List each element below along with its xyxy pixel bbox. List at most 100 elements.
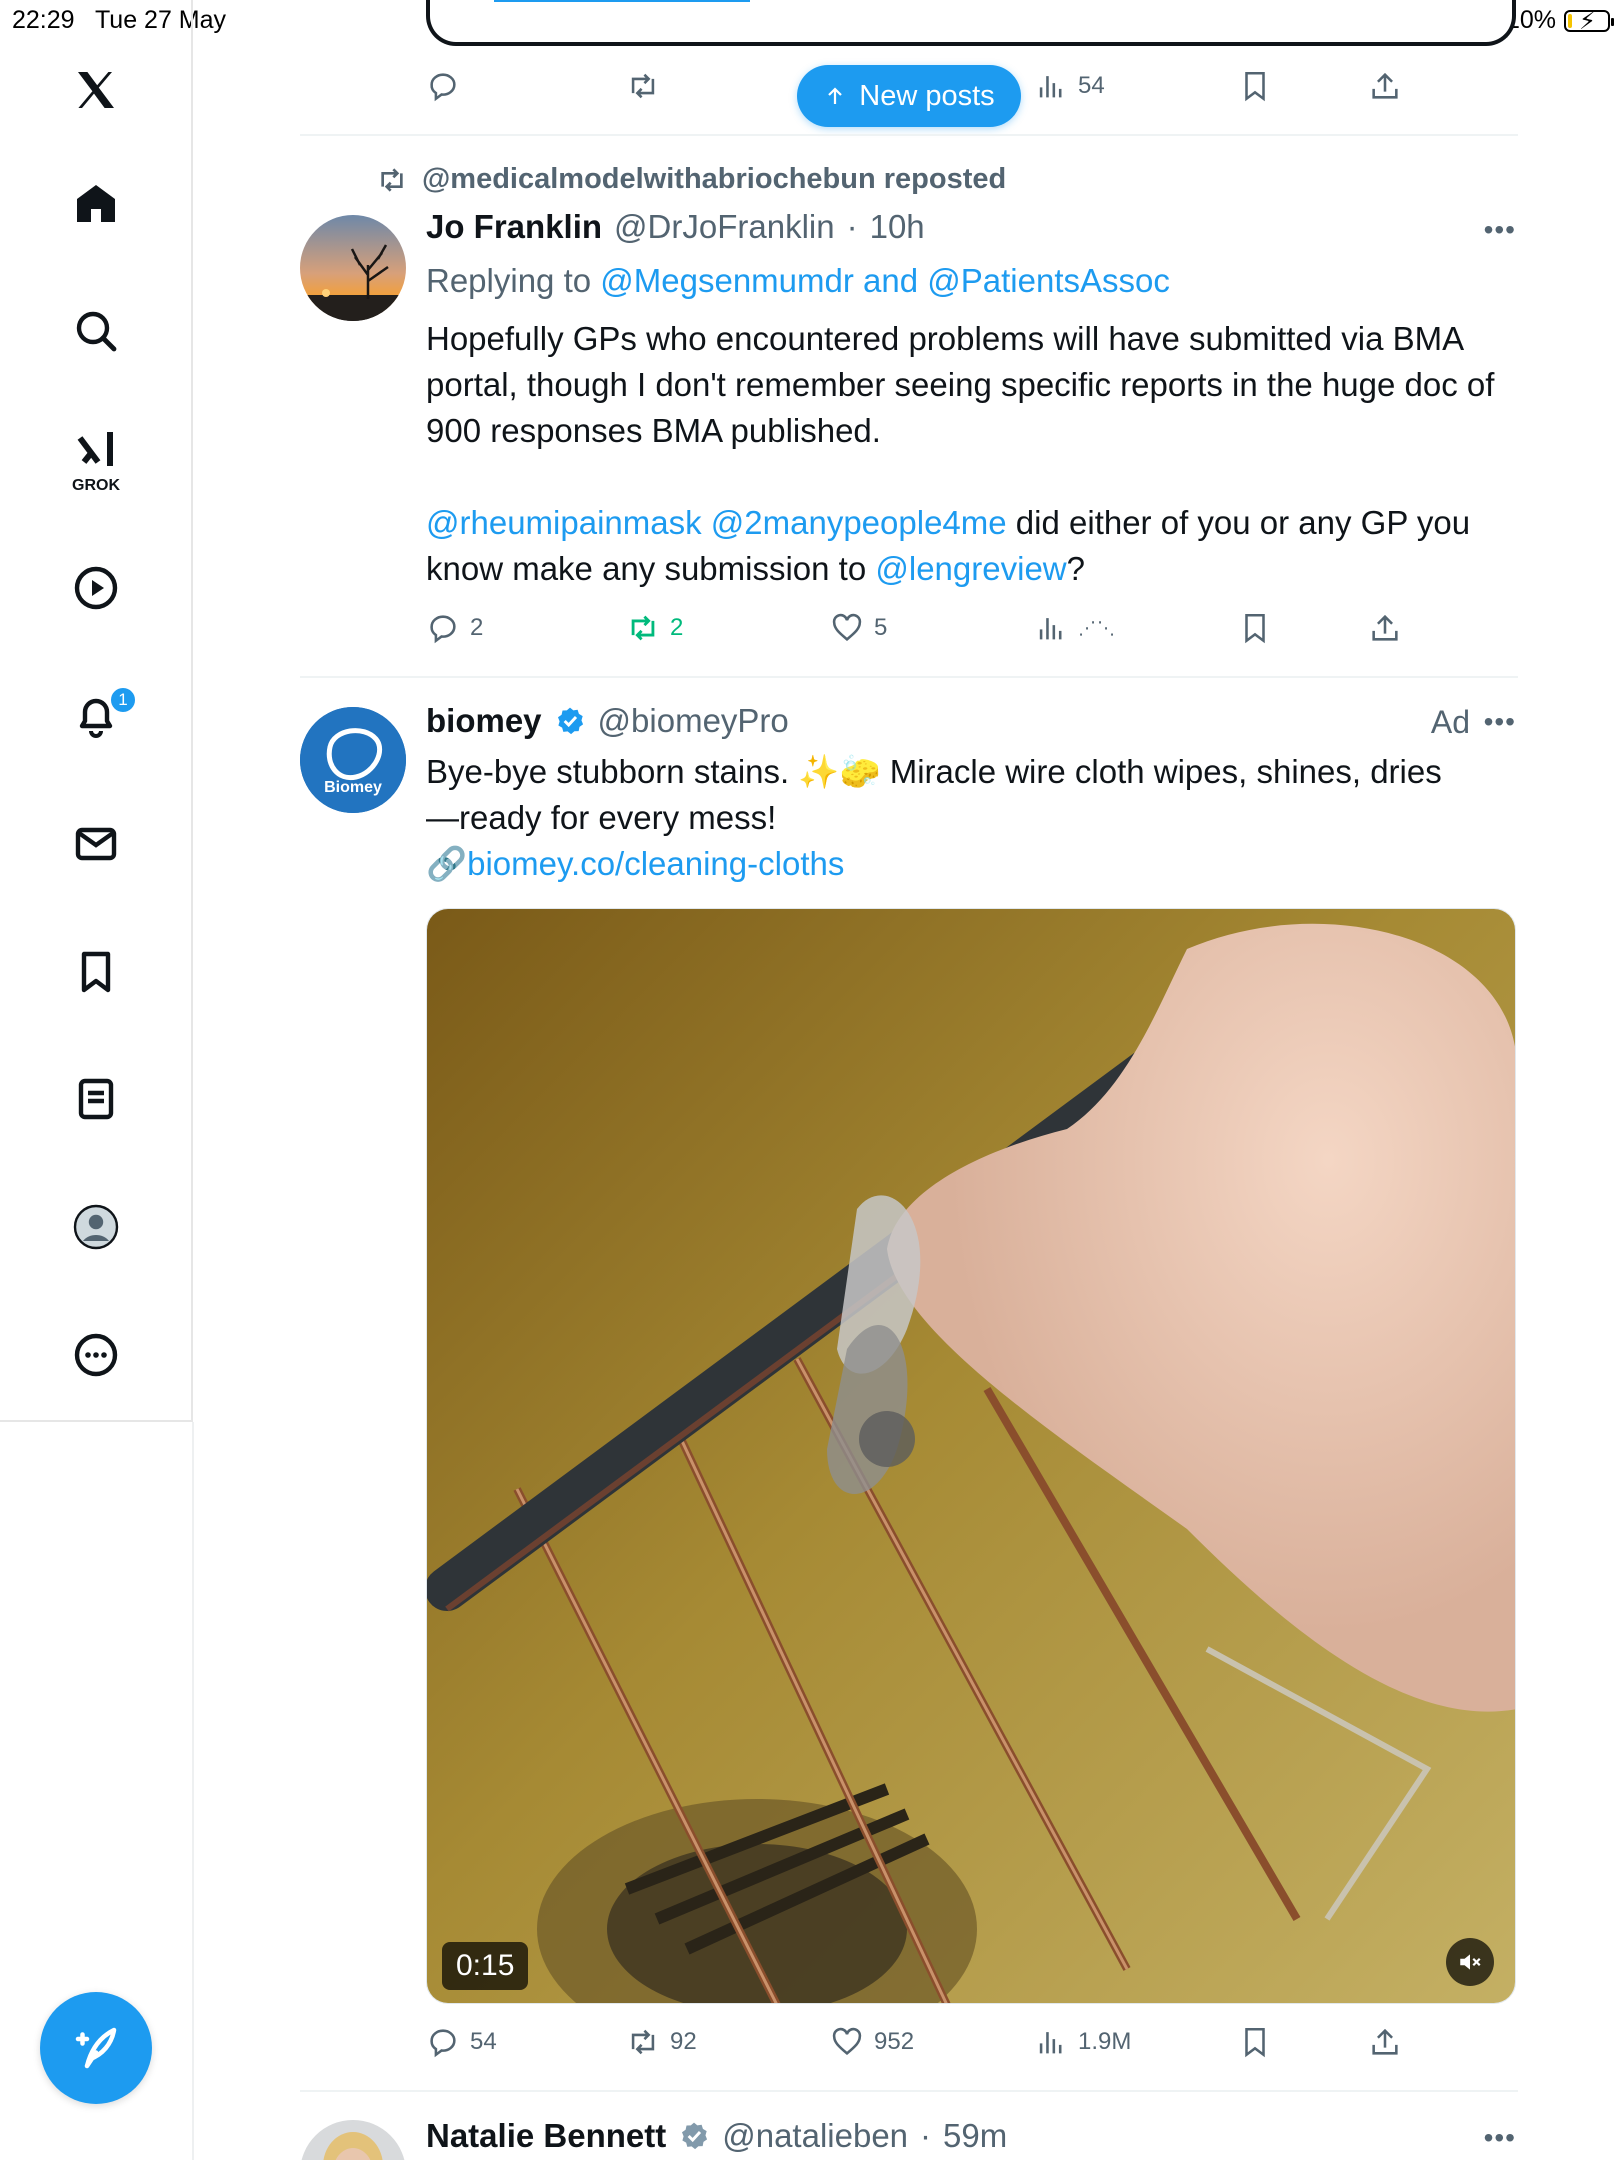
share-icon bbox=[1372, 72, 1398, 99]
tweet-header: Natalie Bennett @natalieben · 59m bbox=[426, 2117, 1007, 2155]
home-icon[interactable] bbox=[70, 178, 122, 230]
reply-count: 2 bbox=[470, 614, 484, 641]
arrow-up-icon bbox=[828, 87, 843, 104]
play-icon[interactable] bbox=[70, 562, 122, 614]
reply-icon bbox=[430, 615, 456, 644]
ad-label: Ad bbox=[1430, 704, 1470, 740]
views-button[interactable]: 1.9M bbox=[1034, 2022, 1131, 2062]
mention-link[interactable]: @rheumipainmask bbox=[426, 504, 702, 541]
share-icon bbox=[1372, 2028, 1398, 2055]
grok-icon[interactable] bbox=[70, 424, 122, 476]
tweet-divider bbox=[300, 676, 1518, 678]
handle[interactable]: @biomeyPro bbox=[598, 702, 789, 740]
bookmark-button[interactable] bbox=[1238, 2022, 1272, 2062]
avatar[interactable]: Biomey bbox=[300, 707, 406, 813]
bookmark-icon bbox=[1245, 613, 1265, 644]
repost-indicator[interactable]: @medicalmodelwithabriochebun reposted bbox=[376, 163, 1006, 196]
tweet-divider bbox=[300, 134, 1518, 136]
handle[interactable]: @DrJoFranklin bbox=[614, 208, 835, 246]
tweet-text: Bye-bye stubborn stains. ✨🧽 Miracle wire… bbox=[426, 753, 1442, 882]
heart-icon bbox=[832, 2027, 862, 2055]
timestamp[interactable]: 10h bbox=[870, 208, 925, 246]
more-circle-icon[interactable] bbox=[70, 1329, 122, 1381]
handle[interactable]: @natalieben bbox=[722, 2117, 908, 2155]
replying-to-link[interactable]: @Megsenmumdr and @PatientsAssoc bbox=[600, 262, 1170, 299]
like-button[interactable]: 5 bbox=[830, 608, 887, 648]
compose-icon bbox=[75, 2027, 117, 2069]
notification-badge: 1 bbox=[109, 686, 137, 714]
views-button[interactable]: 54 bbox=[1034, 66, 1105, 106]
display-name[interactable]: Jo Franklin bbox=[426, 208, 602, 246]
repost-icon bbox=[631, 2029, 655, 2055]
bookmark-button[interactable] bbox=[1238, 66, 1272, 106]
share-button[interactable] bbox=[1368, 2022, 1402, 2062]
share-button[interactable] bbox=[1368, 608, 1402, 648]
views-button[interactable]: ⋰⋱ bbox=[1034, 608, 1116, 648]
tweet-header: biomey @biomeyPro bbox=[426, 702, 789, 740]
mute-button[interactable] bbox=[1446, 1938, 1494, 1986]
mention-link[interactable]: @lengreview bbox=[875, 550, 1066, 587]
reply-icon bbox=[430, 73, 456, 102]
sidebar: GROK 1 bbox=[0, 0, 193, 1422]
tweet-text-mentions: @rheumipainmask @2manypeople4me did eith… bbox=[426, 504, 1471, 587]
reply-button[interactable]: 2 bbox=[426, 608, 483, 648]
share-button[interactable] bbox=[1368, 66, 1402, 106]
more-options-button[interactable]: ••• bbox=[1484, 706, 1516, 738]
link-emoji: 🔗 bbox=[426, 845, 468, 882]
action-bar: 54 92 952 1.9M bbox=[426, 2022, 1516, 2062]
avatar[interactable] bbox=[300, 215, 406, 321]
like-count: 952 bbox=[874, 2028, 915, 2055]
action-bar: 2 2 5 ⋰⋱ bbox=[426, 608, 1516, 648]
views-count: 54 bbox=[1078, 72, 1105, 99]
tweet-text: Hopefully GPs who encountered problems w… bbox=[426, 320, 1495, 449]
x-logo-icon[interactable] bbox=[70, 64, 122, 116]
grok-label: GROK bbox=[72, 477, 120, 494]
bookmark-icon[interactable] bbox=[70, 946, 122, 998]
avatar[interactable] bbox=[300, 2120, 406, 2160]
views-icon bbox=[1039, 2032, 1062, 2054]
search-icon[interactable] bbox=[70, 305, 122, 357]
dot-separator: · bbox=[846, 208, 858, 245]
share-icon bbox=[1372, 614, 1398, 641]
display-name[interactable]: biomey bbox=[426, 702, 542, 740]
views-count: 1.9M bbox=[1078, 2028, 1132, 2055]
bookmark-icon bbox=[1245, 71, 1265, 102]
list-icon[interactable] bbox=[70, 1073, 122, 1125]
avatar-brand-text: Biomey bbox=[324, 779, 382, 796]
more-options-button[interactable]: ••• bbox=[1484, 2122, 1516, 2154]
repost-button[interactable] bbox=[626, 66, 660, 106]
repost-icon bbox=[631, 615, 655, 641]
views-icon bbox=[1039, 76, 1062, 98]
ad-video[interactable] bbox=[426, 908, 1516, 2004]
ad-link[interactable]: biomey.co/cleaning-cloths bbox=[467, 845, 844, 882]
views-icon bbox=[1039, 618, 1062, 640]
dot-separator: · bbox=[920, 2117, 932, 2154]
views-loading: ⋰⋱ bbox=[1078, 617, 1116, 638]
like-button[interactable]: 952 bbox=[830, 2022, 914, 2062]
video-duration: 0:15 bbox=[442, 1942, 529, 1990]
heart-icon bbox=[832, 613, 862, 641]
video-preview-bottom[interactable] bbox=[426, 0, 1516, 46]
repost-button[interactable]: 92 bbox=[626, 2022, 697, 2062]
tweet-header: Jo Franklin @DrJoFranklin · 10h bbox=[426, 208, 925, 246]
new-posts-button[interactable]: New posts bbox=[797, 65, 1021, 127]
mention-link[interactable]: @2manypeople4me bbox=[711, 504, 1007, 541]
more-options-button[interactable]: ••• bbox=[1484, 214, 1516, 246]
muted-speaker-icon bbox=[1460, 1954, 1481, 1970]
reply-button[interactable] bbox=[426, 66, 460, 106]
profile-icon[interactable] bbox=[70, 1201, 122, 1253]
video-frame bbox=[427, 909, 1515, 2003]
like-count: 5 bbox=[874, 614, 888, 641]
compose-button[interactable] bbox=[40, 1992, 152, 2104]
envelope-icon[interactable] bbox=[70, 818, 122, 870]
reposted-by: @medicalmodelwithabriochebun reposted bbox=[422, 163, 1007, 195]
verified-icon bbox=[557, 707, 583, 735]
display-name[interactable]: Natalie Bennett bbox=[426, 2117, 666, 2155]
new-posts-label: New posts bbox=[859, 79, 995, 112]
repost-icon bbox=[381, 167, 403, 192]
timestamp[interactable]: 59m bbox=[943, 2117, 1007, 2155]
repost-button[interactable]: 2 bbox=[626, 608, 683, 648]
reply-count: 54 bbox=[470, 2028, 497, 2055]
reply-button[interactable]: 54 bbox=[426, 2022, 497, 2062]
bookmark-button[interactable] bbox=[1238, 608, 1272, 648]
